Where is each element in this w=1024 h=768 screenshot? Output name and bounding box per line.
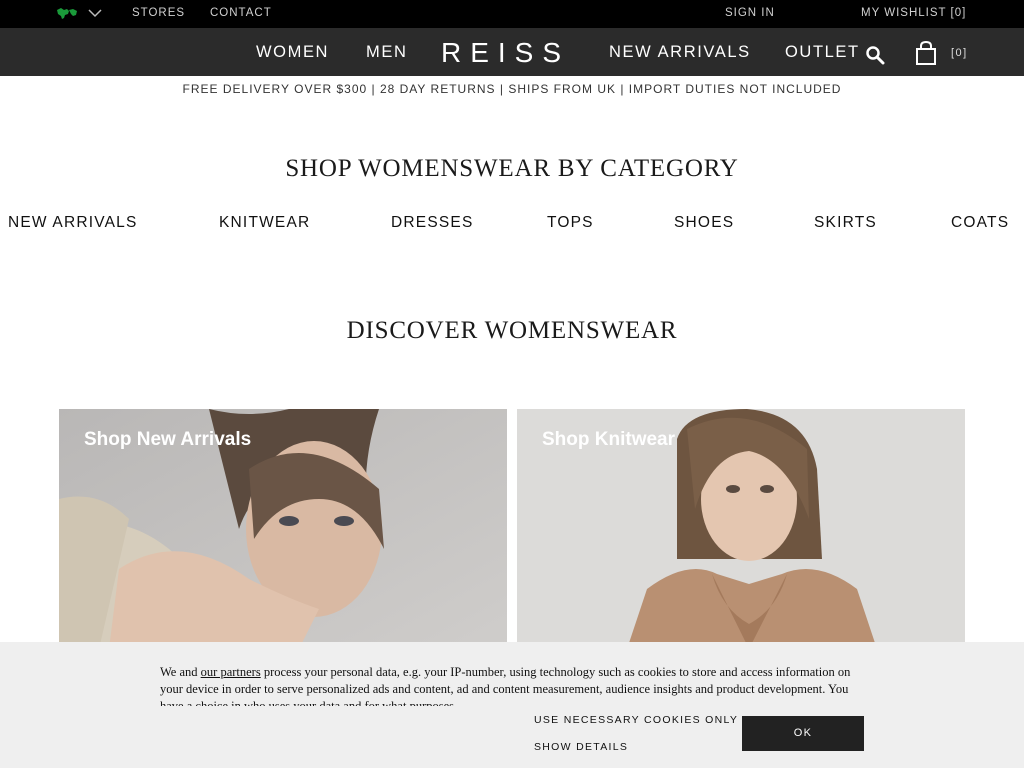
category-coats[interactable]: COATS xyxy=(951,214,1009,232)
utility-bar: STORES CONTACT SIGN IN MY WISHLIST [0] xyxy=(0,0,1024,28)
brand-logo[interactable]: REISS xyxy=(441,37,570,69)
promo-banner: FREE DELIVERY OVER $300 | 28 DAY RETURNS… xyxy=(182,82,842,96)
search-icon[interactable] xyxy=(865,45,885,65)
nav-new-arrivals[interactable]: NEW ARRIVALS xyxy=(609,43,751,62)
wishlist-link[interactable]: MY WISHLIST [0] xyxy=(861,7,966,19)
tile-knitwear[interactable]: Shop Knitwear xyxy=(517,409,965,649)
cookie-text-after: process your personal data, e.g. your IP… xyxy=(160,665,851,706)
discover-section-title: DISCOVER WOMENSWEAR xyxy=(346,317,678,344)
region-flag-icon[interactable] xyxy=(56,7,78,21)
necessary-cookies-button[interactable]: USE NECESSARY COOKIES ONLY xyxy=(534,714,738,726)
cookie-banner: We and our partners process your persona… xyxy=(0,642,1024,768)
ok-button[interactable]: OK xyxy=(742,716,864,751)
main-nav: WOMEN MEN REISS NEW ARRIVALS OUTLET [0] xyxy=(0,28,1024,76)
tile-label[interactable]: Shop Knitwear xyxy=(542,429,675,451)
bag-count[interactable]: [0] xyxy=(951,47,968,59)
nav-outlet[interactable]: OUTLET xyxy=(785,43,860,62)
stores-link[interactable]: STORES xyxy=(132,7,185,19)
show-details-button[interactable]: SHOW DETAILS xyxy=(534,741,628,753)
sign-in-link[interactable]: SIGN IN xyxy=(725,7,775,19)
category-shoes[interactable]: SHOES xyxy=(674,214,734,232)
category-new-arrivals[interactable]: NEW ARRIVALS xyxy=(8,214,138,232)
tile-label[interactable]: Shop New Arrivals xyxy=(84,429,251,451)
category-dresses[interactable]: DRESSES xyxy=(391,214,473,232)
cookie-text-before: We and xyxy=(160,665,201,679)
nav-men[interactable]: MEN xyxy=(366,43,407,62)
chevron-down-icon[interactable] xyxy=(88,8,102,18)
partners-link[interactable]: our partners xyxy=(201,665,261,679)
cookie-text: We and our partners process your persona… xyxy=(160,664,870,706)
category-skirts[interactable]: SKIRTS xyxy=(814,214,877,232)
category-section-title: SHOP WOMENSWEAR BY CATEGORY xyxy=(285,155,739,182)
contact-link[interactable]: CONTACT xyxy=(210,7,272,19)
category-tops[interactable]: TOPS xyxy=(547,214,594,232)
nav-women[interactable]: WOMEN xyxy=(256,43,329,62)
category-knitwear[interactable]: KNITWEAR xyxy=(219,214,310,232)
tile-new-arrivals[interactable]: Shop New Arrivals xyxy=(59,409,507,649)
shopping-bag-icon[interactable] xyxy=(914,40,938,66)
